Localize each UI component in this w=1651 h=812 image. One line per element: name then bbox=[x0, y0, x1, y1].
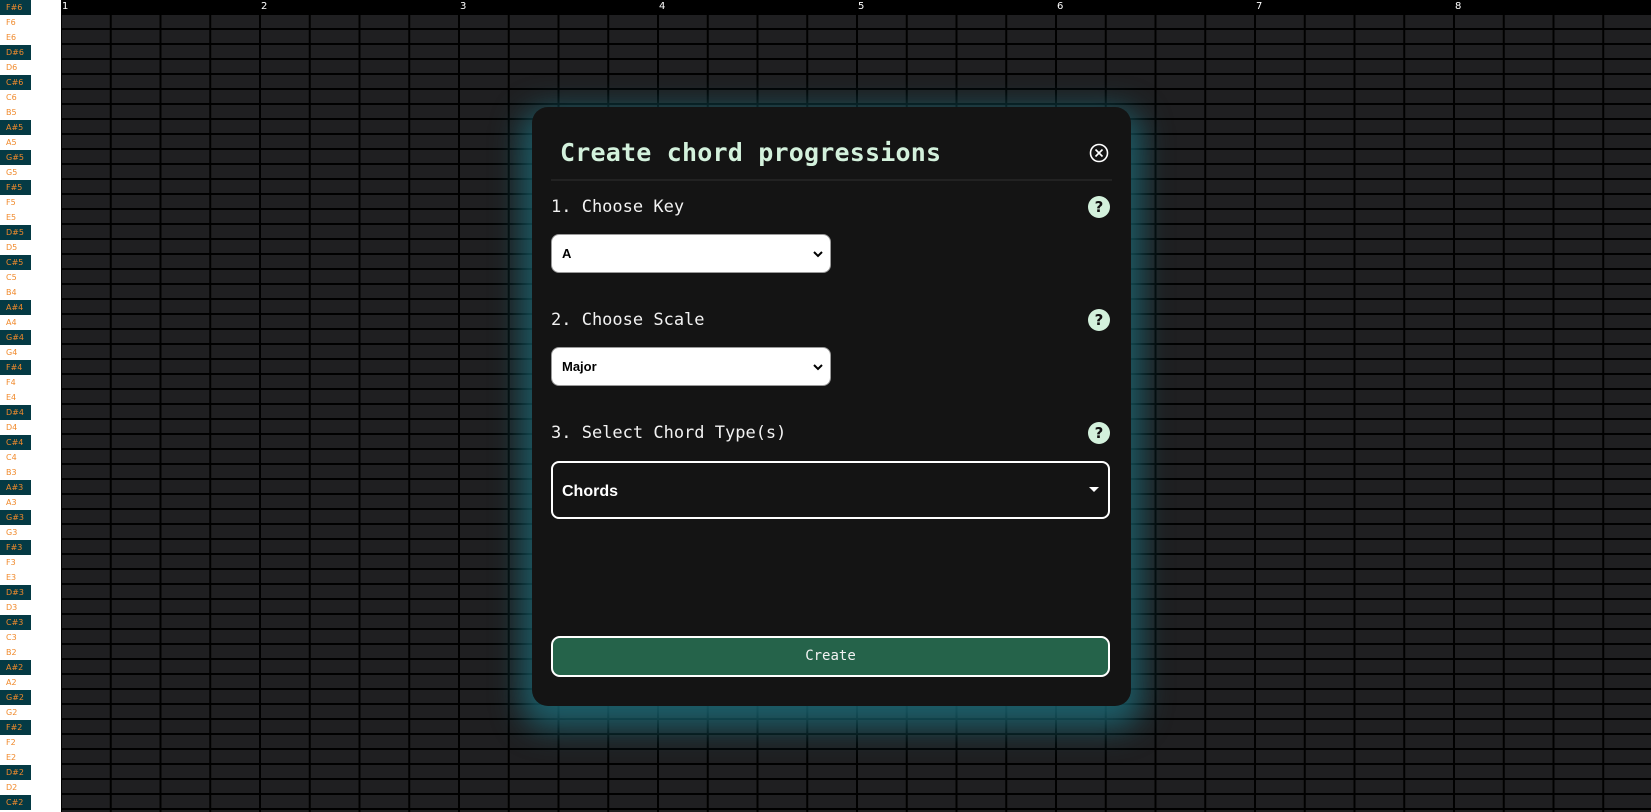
create-chord-progressions-modal: Create chord progressions 1. Choose Key … bbox=[532, 107, 1131, 706]
black-key[interactable]: F#4 bbox=[0, 360, 31, 375]
key-select-value: A bbox=[562, 246, 572, 261]
white-key[interactable]: G3 bbox=[0, 525, 61, 540]
black-key[interactable]: G#2 bbox=[0, 690, 31, 705]
white-key[interactable]: A5 bbox=[0, 135, 61, 150]
help-icon[interactable]: ? bbox=[1088, 309, 1110, 331]
bar-number: 8 bbox=[1455, 1, 1462, 12]
black-key[interactable]: F#6 bbox=[0, 0, 31, 15]
white-key[interactable]: F3 bbox=[0, 555, 61, 570]
select-chord-types-label: 3. Select Chord Type(s) bbox=[551, 423, 787, 443]
white-key[interactable]: E6 bbox=[0, 30, 61, 45]
white-key[interactable]: B3 bbox=[0, 465, 61, 480]
help-icon[interactable]: ? bbox=[1088, 422, 1110, 444]
black-key[interactable]: D#4 bbox=[0, 405, 31, 420]
black-key[interactable]: F#3 bbox=[0, 540, 31, 555]
choose-scale-label: 2. Choose Scale bbox=[551, 310, 705, 330]
white-key[interactable]: D2 bbox=[0, 780, 61, 795]
white-key[interactable]: F4 bbox=[0, 375, 61, 390]
caret-down-icon bbox=[1089, 487, 1099, 492]
white-key[interactable]: A2 bbox=[0, 675, 61, 690]
chord-types-placeholder: Chords bbox=[562, 483, 618, 500]
modal-title: Create chord progressions bbox=[560, 138, 942, 167]
bar-number: 7 bbox=[1256, 1, 1263, 12]
black-key[interactable]: C#4 bbox=[0, 435, 31, 450]
scale-select-value: Major bbox=[562, 359, 597, 374]
white-key[interactable]: A3 bbox=[0, 495, 61, 510]
white-key[interactable]: C6 bbox=[0, 90, 61, 105]
bar-number: 6 bbox=[1057, 1, 1064, 12]
black-key[interactable]: D#2 bbox=[0, 765, 31, 780]
white-key[interactable]: D6 bbox=[0, 60, 61, 75]
white-key[interactable]: F2 bbox=[0, 735, 61, 750]
white-key[interactable]: B2 bbox=[0, 645, 61, 660]
white-key[interactable]: B5 bbox=[0, 105, 61, 120]
white-key[interactable]: B4 bbox=[0, 285, 61, 300]
choose-key-label: 1. Choose Key bbox=[551, 197, 685, 217]
white-key[interactable]: G4 bbox=[0, 345, 61, 360]
create-button[interactable]: Create bbox=[551, 636, 1110, 677]
white-key[interactable]: E4 bbox=[0, 390, 61, 405]
bar-number: 2 bbox=[261, 1, 268, 12]
bar-number: 5 bbox=[858, 1, 865, 12]
white-key[interactable]: F6 bbox=[0, 15, 61, 30]
header-divider bbox=[551, 179, 1112, 181]
scale-select[interactable]: Major bbox=[551, 347, 831, 386]
black-key[interactable]: A#4 bbox=[0, 300, 31, 315]
white-key[interactable]: E2 bbox=[0, 750, 61, 765]
black-key[interactable]: C#5 bbox=[0, 255, 31, 270]
bar-ruler[interactable]: 1 2 3 4 5 6 7 8 bbox=[61, 0, 1651, 14]
black-key[interactable]: G#5 bbox=[0, 150, 31, 165]
close-button[interactable] bbox=[1089, 143, 1109, 163]
black-key[interactable]: G#4 bbox=[0, 330, 31, 345]
white-key[interactable]: E3 bbox=[0, 570, 61, 585]
black-key[interactable]: A#2 bbox=[0, 660, 31, 675]
black-key[interactable]: G#3 bbox=[0, 510, 31, 525]
black-key[interactable]: F#5 bbox=[0, 180, 31, 195]
white-key[interactable]: A4 bbox=[0, 315, 61, 330]
bar-number: 1 bbox=[62, 1, 69, 12]
black-key[interactable]: D#3 bbox=[0, 585, 31, 600]
black-key[interactable]: A#3 bbox=[0, 480, 31, 495]
white-key[interactable]: D3 bbox=[0, 600, 61, 615]
white-key[interactable]: G5 bbox=[0, 165, 61, 180]
black-key[interactable]: C#2 bbox=[0, 795, 31, 810]
white-key[interactable]: E5 bbox=[0, 210, 61, 225]
circle-x-icon bbox=[1089, 143, 1109, 163]
chevron-down-icon bbox=[813, 251, 823, 258]
bar-number: 4 bbox=[659, 1, 666, 12]
key-select[interactable]: A bbox=[551, 234, 831, 273]
piano-keys: F#6 F6 E6 D#6 D6 C#6 C6 B5 A#5 A5 G#5 G5 F#5 F5 E5 D#5 D… bbox=[0, 0, 61, 812]
white-key[interactable]: D4 bbox=[0, 420, 61, 435]
chevron-down-icon bbox=[813, 364, 823, 371]
black-key[interactable]: C#3 bbox=[0, 615, 31, 630]
white-key[interactable]: C4 bbox=[0, 450, 61, 465]
help-icon[interactable]: ? bbox=[1088, 196, 1110, 218]
white-key[interactable]: D5 bbox=[0, 240, 61, 255]
white-key[interactable]: C5 bbox=[0, 270, 61, 285]
white-key[interactable]: C3 bbox=[0, 630, 61, 645]
white-key[interactable]: G2 bbox=[0, 705, 61, 720]
white-key[interactable]: F5 bbox=[0, 195, 61, 210]
black-key[interactable]: C#6 bbox=[0, 75, 31, 90]
black-key[interactable]: D#5 bbox=[0, 225, 31, 240]
bar-number: 3 bbox=[460, 1, 467, 12]
black-key[interactable]: A#5 bbox=[0, 120, 31, 135]
chord-types-select[interactable]: Chords bbox=[551, 461, 1110, 519]
black-key[interactable]: D#6 bbox=[0, 45, 31, 60]
black-key[interactable]: F#2 bbox=[0, 720, 31, 735]
